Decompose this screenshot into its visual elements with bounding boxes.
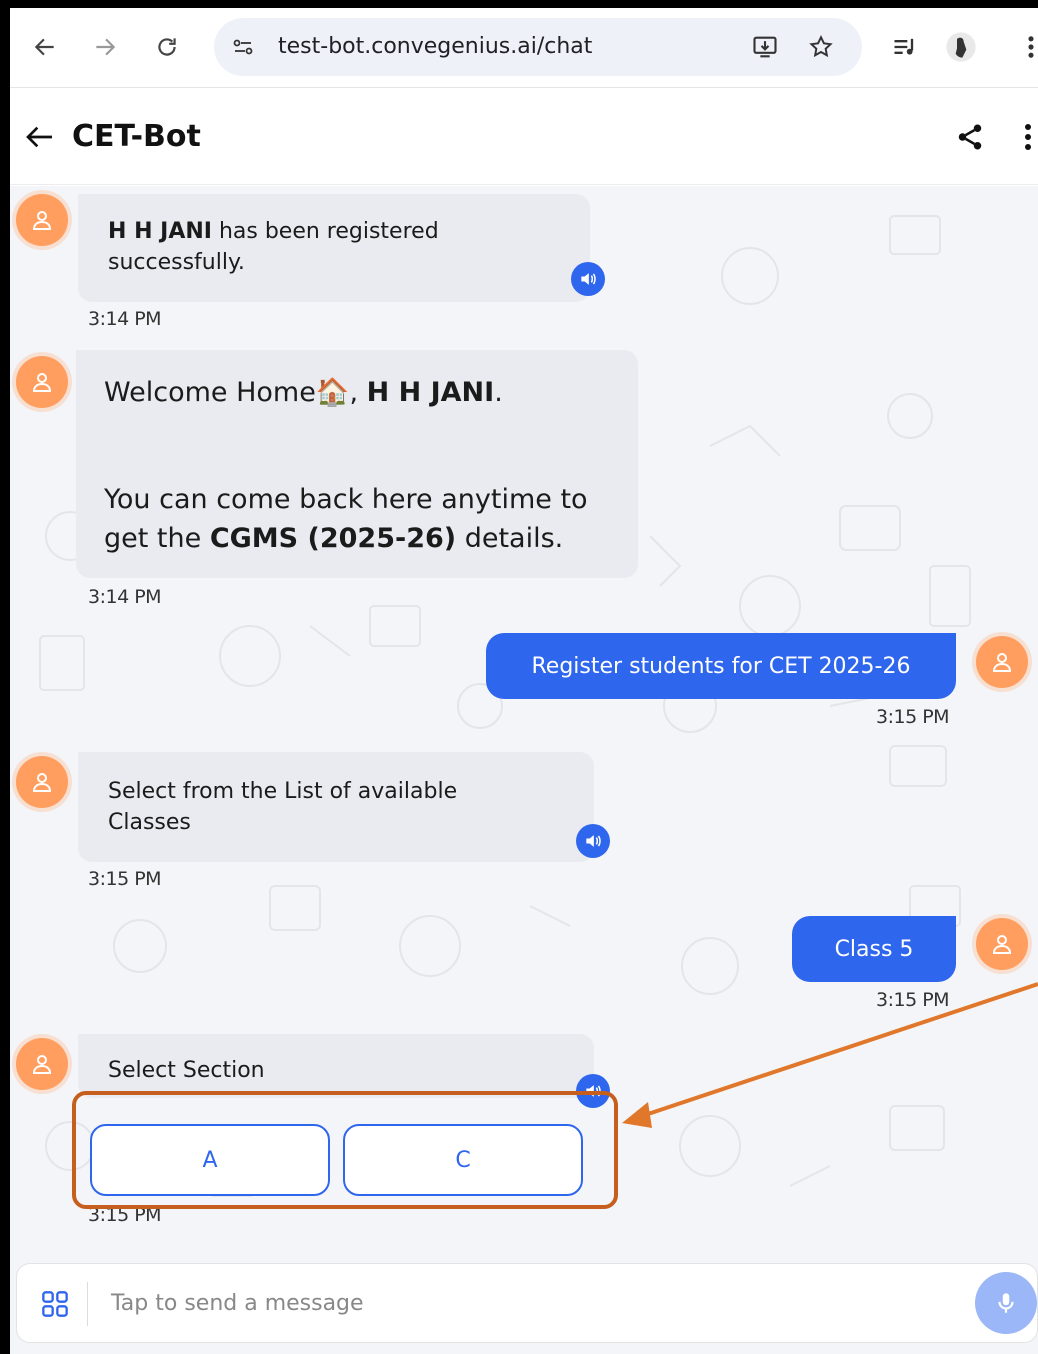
speaker-icon[interactable] — [576, 824, 610, 858]
welcome-text: Welcome Home🏠, H H JANI. — [104, 377, 503, 408]
bot-message-bubble: Select Section — [78, 1034, 594, 1098]
reload-icon[interactable] — [150, 30, 184, 64]
media-control-icon[interactable] — [888, 30, 922, 64]
user-message-text: Class 5 — [834, 936, 914, 962]
speaker-icon[interactable] — [571, 262, 605, 296]
info-text: You can come back here anytime to get th… — [104, 484, 588, 554]
message-input[interactable]: Tap to send a message — [16, 1263, 1038, 1343]
message-timestamp: 3:15 PM — [88, 868, 162, 890]
chat-header: CET-Bot — [10, 89, 1038, 185]
forward-arrow-icon[interactable] — [88, 30, 122, 64]
bot-message-text: Select Section — [108, 1058, 265, 1083]
annotation-highlight-box — [72, 1091, 618, 1209]
user-message-bubble: Register students for CET 2025-26 — [486, 633, 956, 699]
input-placeholder: Tap to send a message — [111, 1291, 364, 1316]
bot-avatar — [16, 1038, 68, 1090]
user-avatar — [976, 918, 1028, 970]
message-timestamp: 3:15 PM — [876, 706, 950, 728]
message-timestamp: 3:14 PM — [88, 586, 162, 608]
user-message-text: Register students for CET 2025-26 — [531, 653, 911, 679]
input-divider — [87, 1282, 88, 1326]
back-arrow-icon[interactable] — [28, 30, 62, 64]
profile-avatar-icon[interactable] — [944, 30, 978, 64]
annotation-arrow — [622, 982, 1038, 1128]
address-bar[interactable]: test-bot.convegenius.ai/chat — [214, 18, 862, 76]
message-timestamp: 3:14 PM — [88, 308, 162, 330]
bot-avatar — [16, 194, 68, 246]
install-app-icon[interactable] — [750, 32, 780, 62]
bookmark-star-icon[interactable] — [806, 32, 836, 62]
url-text: test-bot.convegenius.ai/chat — [278, 34, 593, 59]
house-emoji: 🏠 — [315, 377, 350, 408]
message-composer: Tap to send a message — [10, 1251, 1038, 1354]
user-message-bubble: Class 5 — [792, 916, 956, 982]
page-title: CET-Bot — [72, 119, 201, 154]
bot-message-bubble: Select from the List of available Classe… — [78, 752, 594, 862]
menu-grid-icon[interactable] — [41, 1290, 69, 1318]
user-avatar — [976, 636, 1028, 688]
back-arrow-icon[interactable] — [22, 119, 58, 155]
microphone-icon[interactable] — [975, 1272, 1037, 1334]
more-menu-icon[interactable] — [1014, 30, 1038, 64]
bot-message-text: Select from the List of available Classe… — [108, 779, 458, 835]
bot-avatar — [16, 756, 68, 808]
site-settings-icon[interactable] — [228, 32, 258, 62]
bot-avatar — [16, 356, 68, 408]
bot-message-bubble: H H JANI has been registered successfull… — [78, 194, 590, 302]
share-icon[interactable] — [952, 119, 988, 155]
bot-message-text: H H JANI has been registered successfull… — [108, 219, 439, 275]
browser-window: test-bot.convegenius.ai/chat CET-Bot H H… — [10, 8, 1038, 1354]
more-vertical-icon[interactable] — [1010, 119, 1038, 155]
bot-message-bubble: Welcome Home🏠, H H JANI. You can come ba… — [76, 350, 638, 578]
browser-toolbar: test-bot.convegenius.ai/chat — [10, 8, 1038, 88]
